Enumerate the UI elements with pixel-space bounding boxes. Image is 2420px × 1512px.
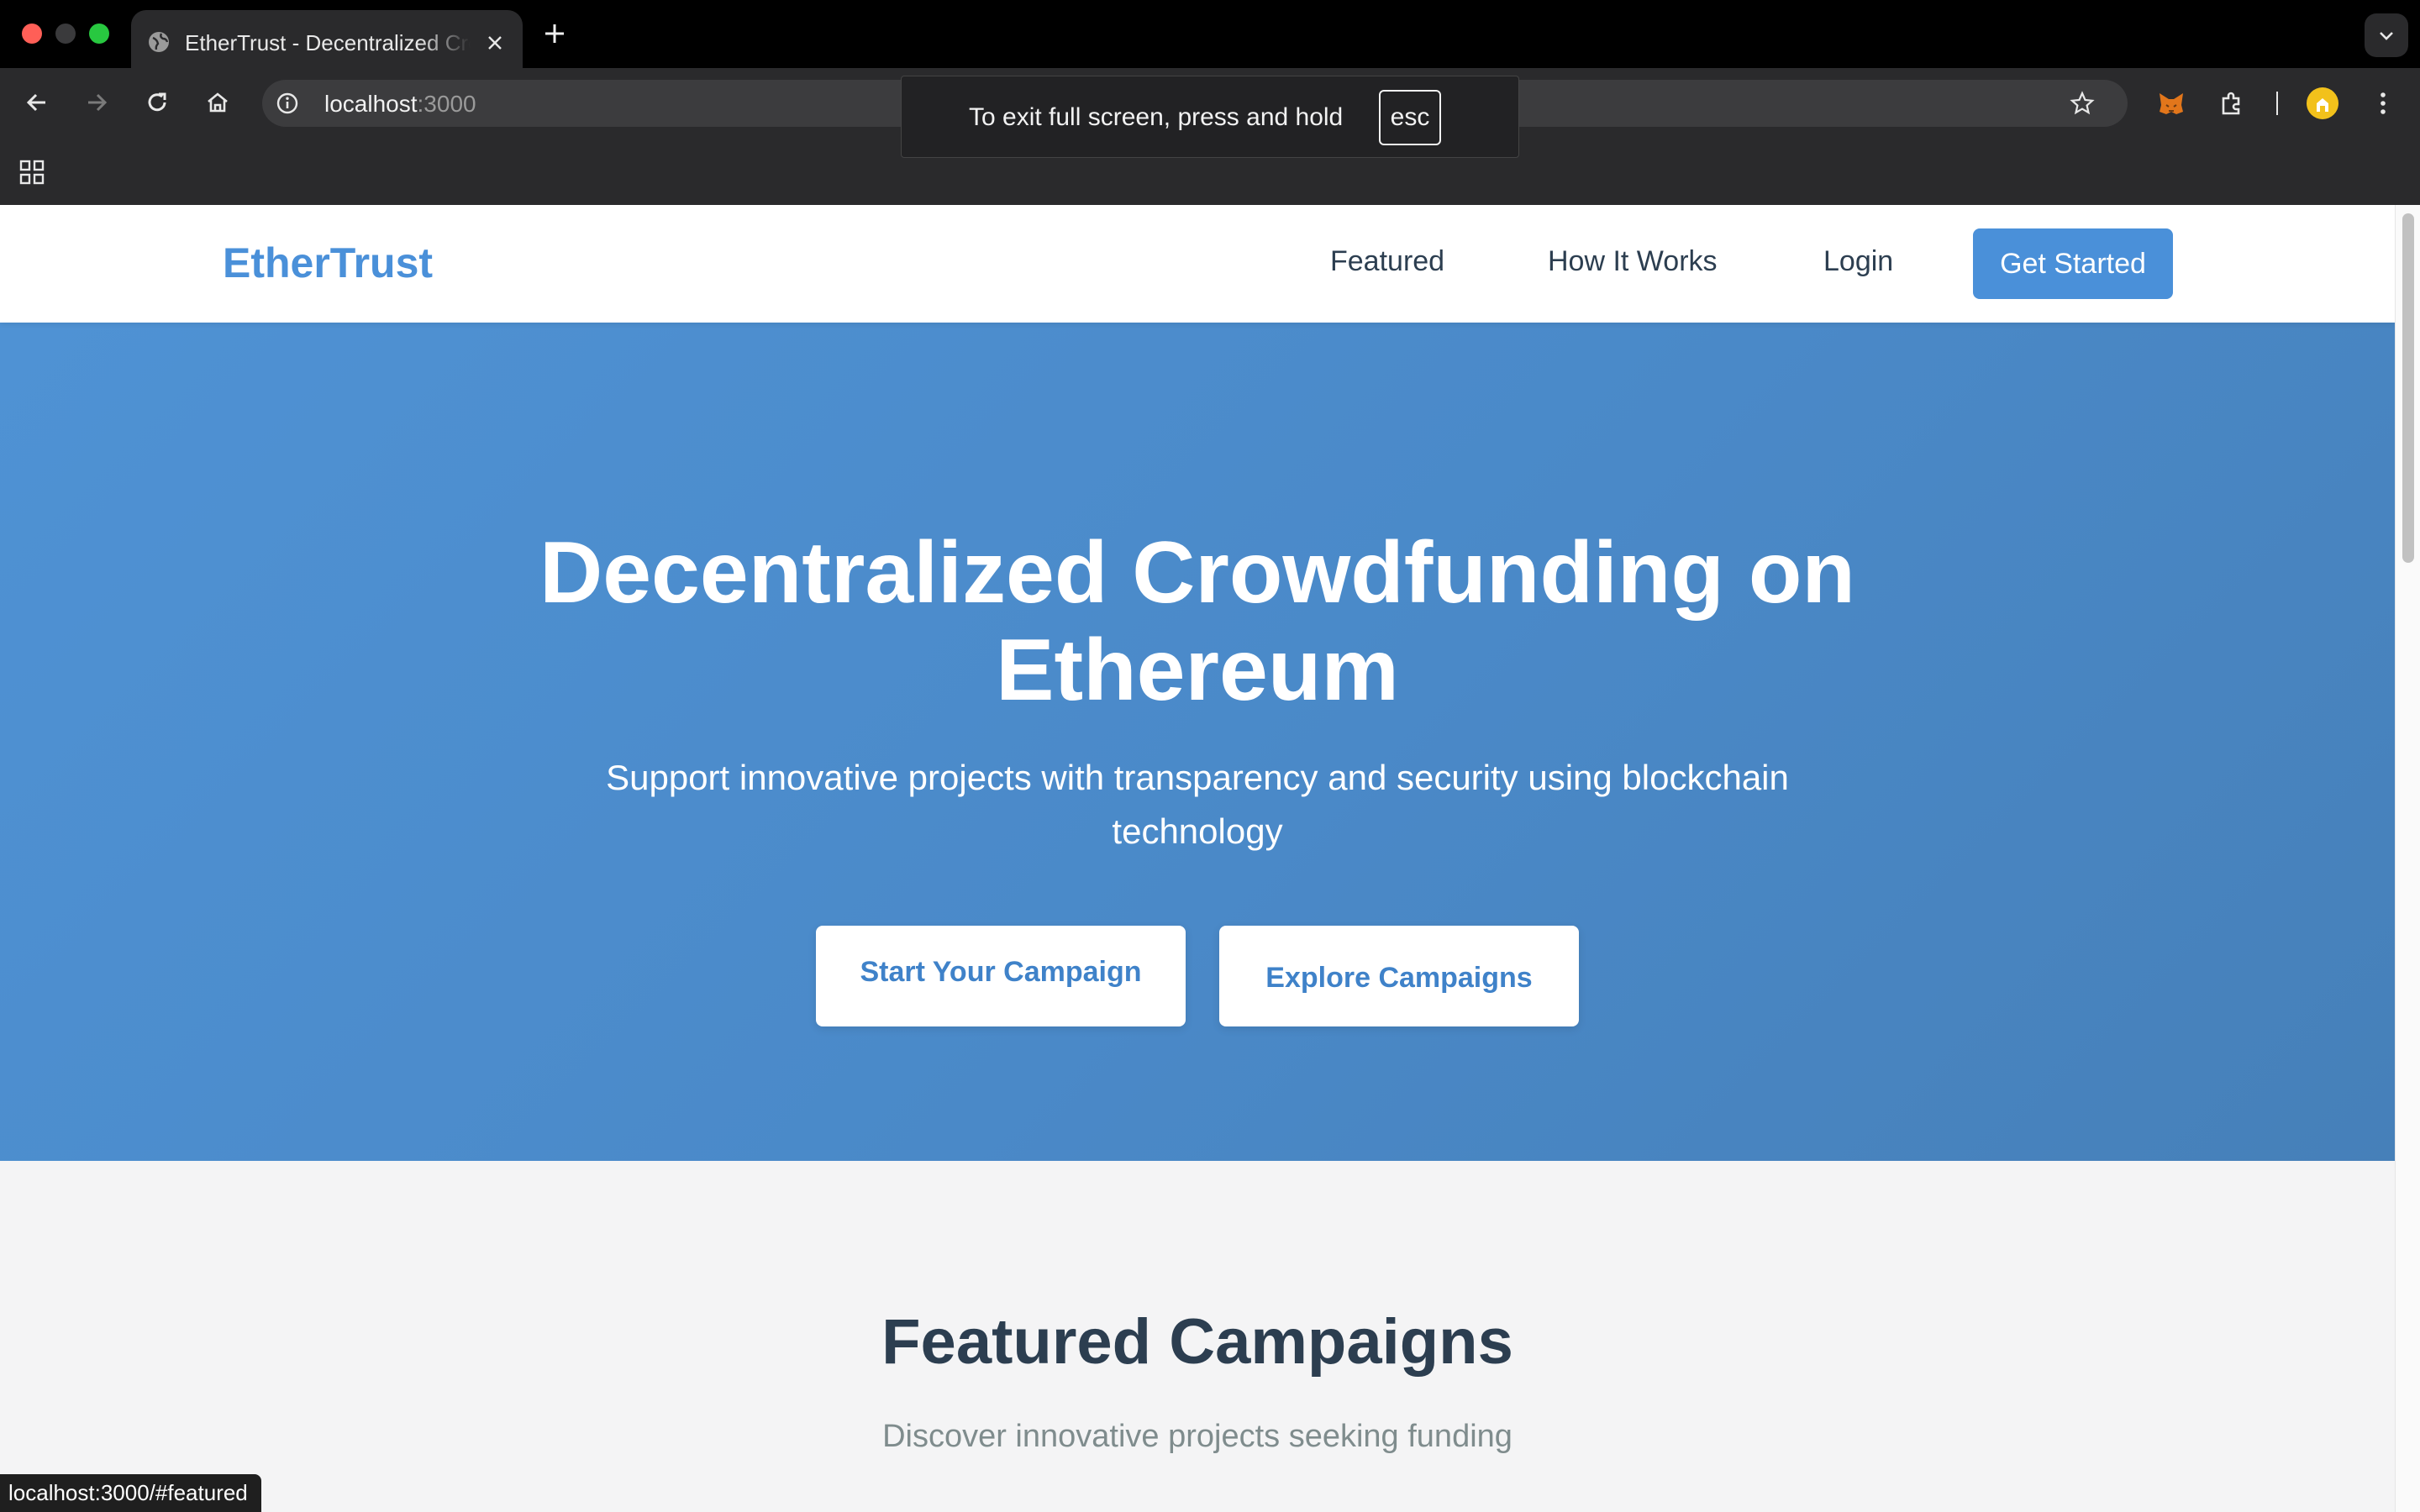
tab-strip: EtherTrust - Decentralized Crowdfunding bbox=[0, 0, 2420, 68]
page-scrollbar[interactable] bbox=[2395, 205, 2420, 1512]
hero-subtitle: Support innovative projects with transpa… bbox=[606, 758, 1789, 851]
hero-section: Decentralized Crowdfunding on Ethereum S… bbox=[0, 323, 2395, 1161]
link-status-bubble: localhost:3000/#featured bbox=[0, 1474, 261, 1512]
globe-icon bbox=[149, 32, 169, 52]
close-window-button[interactable] bbox=[22, 24, 42, 44]
star-icon[interactable] bbox=[2069, 90, 2096, 117]
tab-search-button[interactable] bbox=[2365, 13, 2408, 57]
profile-icon[interactable] bbox=[2306, 87, 2339, 120]
featured-section-title: Featured Campaigns bbox=[881, 1306, 1513, 1378]
chevron-down-icon bbox=[2380, 32, 2393, 40]
nav-link-how-it-works[interactable]: How It Works bbox=[1548, 245, 1718, 278]
featured-section-subtitle: Discover innovative projects seeking fun… bbox=[882, 1419, 1512, 1454]
scrollbar-thumb[interactable] bbox=[2402, 213, 2414, 563]
new-tab-icon[interactable] bbox=[541, 20, 568, 47]
minimize-window-button[interactable] bbox=[55, 24, 76, 44]
forward-icon[interactable] bbox=[82, 87, 112, 118]
get-started-button[interactable]: Get Started bbox=[1973, 228, 2173, 299]
url-text: localhost:3000 bbox=[324, 91, 476, 117]
fullscreen-window-button[interactable] bbox=[89, 24, 109, 44]
menu-icon[interactable] bbox=[2368, 88, 2398, 118]
start-campaign-button[interactable]: Start Your Campaign bbox=[816, 926, 1186, 1026]
site-navbar: EtherTrust Featured How It Works Login G… bbox=[0, 205, 2395, 323]
extensions-icon[interactable] bbox=[2217, 88, 2247, 118]
apps-icon[interactable] bbox=[18, 159, 45, 186]
explore-campaigns-button[interactable]: Explore Campaigns bbox=[1219, 926, 1579, 1026]
metamask-icon[interactable] bbox=[2156, 88, 2186, 118]
fullscreen-notice: To exit full screen, press and hold esc bbox=[901, 76, 1519, 158]
reload-icon[interactable] bbox=[142, 87, 172, 118]
back-icon[interactable] bbox=[22, 87, 52, 118]
info-icon[interactable] bbox=[276, 92, 299, 115]
browser-tab[interactable]: EtherTrust - Decentralized Crowdfunding bbox=[131, 10, 523, 68]
close-tab-icon[interactable] bbox=[482, 30, 508, 55]
tab-title: EtherTrust - Decentralized Crowdfunding bbox=[185, 30, 471, 55]
fullscreen-notice-text: To exit full screen, press and hold bbox=[969, 103, 1344, 131]
toolbar-divider bbox=[2276, 92, 2278, 115]
nav-link-featured[interactable]: Featured bbox=[1330, 245, 1444, 278]
site-logo[interactable]: EtherTrust bbox=[223, 239, 433, 287]
home-icon[interactable] bbox=[203, 87, 233, 118]
nav-link-login[interactable]: Login bbox=[1823, 245, 1893, 278]
hero-title: Decentralized Crowdfunding on Ethereum bbox=[539, 524, 1855, 719]
page-viewport: EtherTrust Featured How It Works Login G… bbox=[0, 205, 2395, 1512]
esc-key-badge: esc bbox=[1379, 90, 1441, 145]
